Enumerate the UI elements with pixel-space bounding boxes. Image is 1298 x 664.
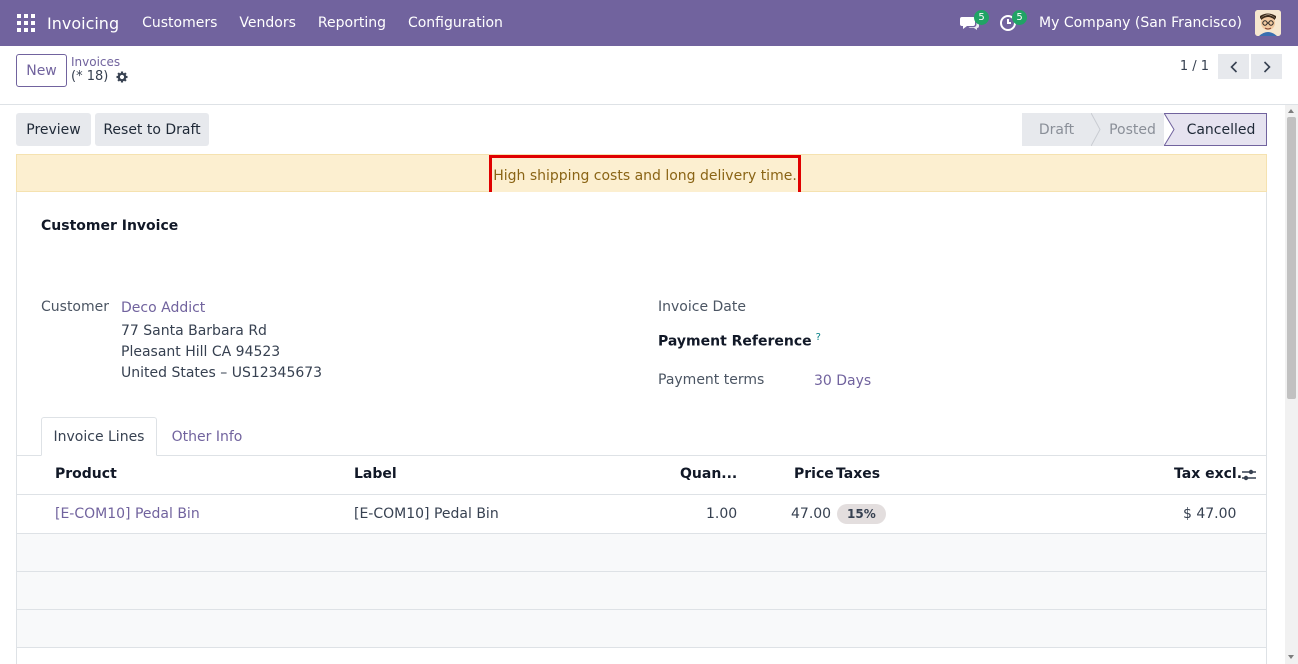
cell-label[interactable]: [E-COM10] Pedal Bin — [354, 506, 499, 522]
app-name[interactable]: Invoicing — [47, 14, 119, 33]
company-switcher[interactable]: My Company (San Francisco) — [1039, 15, 1242, 31]
breadcrumb: Invoices (* 18) — [71, 55, 128, 85]
payment-reference-text: Payment Reference — [658, 333, 812, 350]
new-button[interactable]: New — [16, 54, 67, 87]
apps-grid-icon[interactable] — [17, 14, 35, 32]
scroll-down-icon[interactable] — [1288, 655, 1294, 659]
empty-row — [17, 572, 1266, 609]
help-tooltip-icon[interactable]: ? — [816, 332, 821, 343]
menu-configuration[interactable]: Configuration — [397, 15, 514, 31]
payment-reference-label: Payment Reference? — [658, 332, 821, 350]
cell-price[interactable]: 47.00 — [791, 506, 831, 522]
column-header-tax-excl[interactable]: Tax excl. — [1174, 466, 1242, 482]
pager-next-button[interactable] — [1251, 54, 1282, 79]
reset-to-draft-button[interactable]: Reset to Draft — [95, 113, 209, 146]
empty-row — [17, 534, 1266, 571]
column-header-label[interactable]: Label — [354, 466, 397, 482]
state-separator — [1091, 113, 1101, 146]
scrollbar-thumb[interactable] — [1287, 117, 1296, 399]
customer-address-line3: United States – US12345673 — [121, 365, 323, 381]
activities-button[interactable]: 5 — [993, 8, 1028, 38]
breadcrumb-invoices-link[interactable]: Invoices — [71, 55, 128, 69]
column-header-taxes[interactable]: Taxes — [836, 466, 880, 482]
warning-banner: High shipping costs and long delivery ti… — [16, 154, 1267, 197]
customer-address-line2: Pleasant Hill CA 94523 — [121, 344, 281, 360]
tab-other-info[interactable]: Other Info — [157, 417, 257, 456]
preview-button[interactable]: Preview — [16, 113, 91, 146]
pager: 1 / 1 — [1180, 54, 1282, 79]
document-title: Customer Invoice — [41, 218, 179, 234]
state-active-arrow — [1164, 113, 1176, 146]
payment-terms-value[interactable]: 30 Days — [814, 373, 871, 389]
form-sheet: Customer Invoice Customer Deco Addict 77… — [16, 192, 1267, 664]
state-posted[interactable]: Posted — [1101, 113, 1164, 146]
user-avatar-icon — [1255, 10, 1281, 36]
payment-terms-label: Payment terms — [658, 372, 765, 388]
pager-value[interactable]: 1 / 1 — [1180, 59, 1209, 74]
main-menu: Customers Vendors Reporting Configuratio… — [131, 15, 514, 31]
column-header-product[interactable]: Product — [55, 466, 117, 482]
cell-tax-badge[interactable]: 15% — [837, 504, 886, 524]
customer-link[interactable]: Deco Addict — [121, 300, 205, 316]
messages-count-badge: 5 — [974, 10, 990, 25]
notebook-tabs: Invoice Lines Other Info — [41, 417, 257, 456]
pager-previous-button[interactable] — [1218, 54, 1249, 79]
cell-product[interactable]: [E-COM10] Pedal Bin — [55, 506, 200, 522]
chevron-right-icon — [1263, 60, 1271, 73]
column-header-quantity[interactable]: Quan... — [680, 466, 737, 482]
menu-customers[interactable]: Customers — [131, 15, 228, 31]
row-divider — [17, 647, 1266, 648]
invoice-date-label: Invoice Date — [658, 299, 746, 315]
menu-vendors[interactable]: Vendors — [228, 15, 306, 31]
breadcrumb-current: (* 18) — [71, 69, 128, 85]
control-panel: New Invoices (* 18) 1 / 1 — [0, 46, 1298, 105]
scroll-up-icon[interactable] — [1288, 109, 1294, 113]
column-header-price[interactable]: Price — [794, 466, 834, 482]
customer-address-line1: 77 Santa Barbara Rd — [121, 323, 267, 339]
cell-tax-excl: $ 47.00 — [1183, 506, 1237, 522]
customer-label: Customer — [41, 299, 110, 315]
cell-quantity[interactable]: 1.00 — [706, 506, 737, 522]
tab-invoice-lines[interactable]: Invoice Lines — [41, 417, 157, 456]
navbar-systray: 5 5 My Company (San Francisco) — [955, 0, 1298, 46]
menu-reporting[interactable]: Reporting — [307, 15, 397, 31]
header-divider — [17, 494, 1266, 495]
form-statusbar: Preview Reset to Draft Draft Posted Canc… — [16, 113, 1267, 146]
messaging-button[interactable]: 5 — [955, 8, 990, 38]
chevron-left-icon — [1229, 60, 1237, 73]
status-pipeline: Draft Posted Cancelled — [1022, 113, 1267, 146]
warning-message: High shipping costs and long delivery ti… — [489, 155, 801, 197]
gear-icon[interactable] — [116, 71, 128, 83]
optional-columns-toggle-icon[interactable] — [1241, 468, 1257, 486]
user-avatar[interactable] — [1255, 10, 1281, 36]
activities-count-badge: 5 — [1012, 10, 1028, 25]
state-draft[interactable]: Draft — [1022, 113, 1091, 146]
empty-row — [17, 610, 1266, 647]
record-name: (* 18) — [71, 69, 109, 84]
state-cancelled[interactable]: Cancelled — [1176, 113, 1267, 146]
vertical-scrollbar[interactable] — [1285, 105, 1298, 664]
top-navbar: Invoicing Customers Vendors Reporting Co… — [0, 0, 1298, 46]
